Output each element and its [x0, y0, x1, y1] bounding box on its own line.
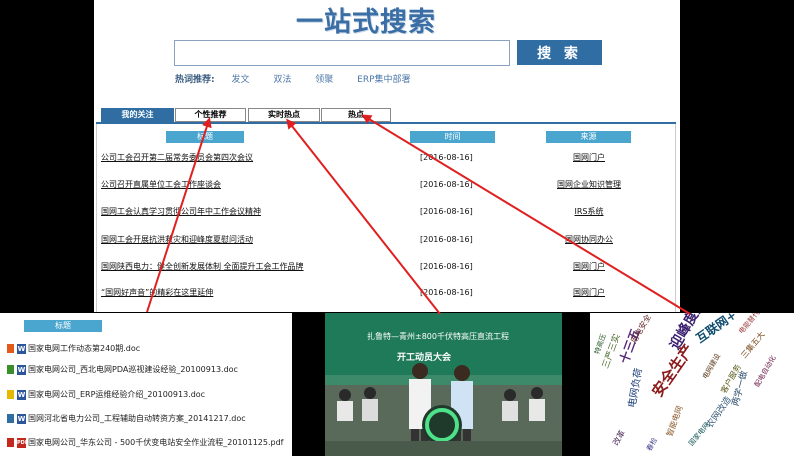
result-title-link[interactable]: 国网工会开展抗洪救灾和迎峰度夏慰问活动	[101, 234, 401, 246]
cloud-word[interactable]: 智能电网	[665, 405, 684, 438]
hot-words-row: 热词推荐: 发文 双法 领聚 ERP集中部署	[175, 72, 432, 86]
photo-banner-line1: 扎鲁特—青州±800千伏特高压直流工程	[367, 332, 509, 341]
cloud-word[interactable]: 春检	[645, 436, 659, 452]
word-doc-icon: W	[17, 389, 26, 400]
result-time: [2016-08-16]	[420, 180, 473, 189]
tab-personal-recommend[interactable]: 个性推荐	[175, 108, 246, 122]
result-source-link[interactable]: 国网企业知识管理	[540, 179, 638, 191]
result-source-link[interactable]: 国网协同办公	[548, 234, 630, 246]
word-cloud-panel: 安全生产 迎峰度夏 互联网+ 十三五 三严三实 电网负荷 用电安全 三集五大 两…	[590, 313, 794, 456]
indicator-icon	[7, 390, 14, 399]
pdf-doc-icon: PDF	[17, 437, 29, 448]
result-source-link[interactable]: IRS系统	[548, 206, 630, 218]
word-doc-icon: W	[17, 364, 26, 375]
page-title: 一站式搜索	[296, 7, 436, 34]
column-header-title: 标题	[166, 131, 244, 143]
cloud-word[interactable]: 电网建设	[701, 352, 722, 380]
hot-word-link[interactable]: 双法	[273, 75, 291, 85]
doc-list-item[interactable]: PDF国家电网公司_华东公司 - 500千伏变电站安全作业流程_20101125…	[7, 437, 283, 449]
tab-my-follow[interactable]: 我的关注	[101, 108, 174, 122]
result-source-link[interactable]: 国网门户	[548, 261, 630, 273]
result-time: [2016-08-16]	[420, 288, 473, 297]
doc-list-item[interactable]: W 国网河北省电力公司_工程辅助自动转资方案_20141217.doc	[7, 413, 246, 425]
result-time: [2016-08-16]	[420, 153, 473, 162]
screenshot-canvas: 一站式搜索 搜 索 热词推荐: 发文 双法 领聚 ERP集中部署 我的关注 个性…	[0, 0, 794, 456]
news-photo[interactable]: 扎鲁特—青州±800千伏特高压直流工程 开工动员大会	[325, 313, 562, 456]
word-doc-icon: W	[17, 413, 26, 424]
column-header-time: 时间	[410, 131, 495, 143]
photo-banner-line2: 开工动员大会	[397, 353, 452, 363]
result-time: [2016-08-16]	[420, 235, 473, 244]
hot-word-link[interactable]: 发文	[231, 75, 249, 85]
doc-list-item[interactable]: W 国家电网公司_ERP运维经验介绍_20100913.doc	[7, 389, 205, 401]
cloud-word[interactable]: 三集五大	[739, 330, 766, 360]
result-title-link[interactable]: 公司召开直属单位工会工作座谈会	[101, 179, 401, 191]
indicator-icon	[7, 438, 14, 447]
doc-name: 国网河北省电力公司_工程辅助自动转资方案_20141217.doc	[28, 414, 246, 423]
hot-word-link[interactable]: 领聚	[315, 75, 333, 85]
result-source-link[interactable]: 国网门户	[548, 152, 630, 164]
result-time: [2016-08-16]	[420, 207, 473, 216]
indicator-icon	[7, 414, 14, 423]
cloud-word[interactable]: 电网负荷	[627, 367, 645, 408]
cloud-word[interactable]: 改革	[611, 429, 627, 447]
doc-name: 国家电网工作动态第240期.doc	[28, 344, 141, 353]
result-title-link[interactable]: 国网工会认真学习贯彻公司年中工作会议精神	[101, 206, 401, 218]
result-title-link[interactable]: 公司工会召开第二届常务委员会第四次会议	[101, 152, 401, 164]
doc-name: 国家电网公司_ERP运维经验介绍_20100913.doc	[28, 390, 206, 399]
personal-recommend-panel	[0, 313, 292, 456]
result-source-link[interactable]: 国网门户	[548, 287, 630, 299]
cloud-word[interactable]: 安全生产	[648, 341, 697, 400]
doc-name: 国家电网公司_华东公司 - 500千伏变电站安全作业流程_20101125.pd…	[28, 438, 284, 447]
indicator-icon	[7, 344, 14, 353]
result-time: [2016-08-16]	[420, 262, 473, 271]
cloud-word[interactable]: 国家电网	[687, 421, 711, 448]
doc-list-item[interactable]: W 国家电网工作动态第240期.doc	[7, 343, 140, 355]
search-button[interactable]: 搜 索	[517, 40, 602, 65]
search-input[interactable]	[174, 40, 510, 66]
doc-column-header: 标题	[24, 320, 102, 332]
doc-name: 国家电网公司_西北电网PDA巡视建设经验_20100913.doc	[28, 365, 238, 374]
tab-realtime-hot[interactable]: 实时热点	[248, 108, 320, 122]
result-title-link[interactable]: 国网陕西电力：健全创新发展体制 全面提升工会工作品牌	[101, 261, 401, 273]
hot-word-link[interactable]: ERP集中部署	[357, 75, 410, 85]
result-title-link[interactable]: “国网好声音”的精彩在这里延伸	[101, 287, 401, 299]
indicator-icon	[7, 365, 14, 374]
hot-words-label: 热词推荐:	[175, 75, 215, 85]
word-doc-icon: W	[17, 343, 26, 354]
doc-list-item[interactable]: W 国家电网公司_西北电网PDA巡视建设经验_20100913.doc	[7, 364, 238, 376]
cloud-word[interactable]: 配电自动化	[753, 354, 777, 388]
column-header-source: 来源	[546, 131, 631, 143]
tab-hot[interactable]: 热点	[321, 108, 391, 122]
